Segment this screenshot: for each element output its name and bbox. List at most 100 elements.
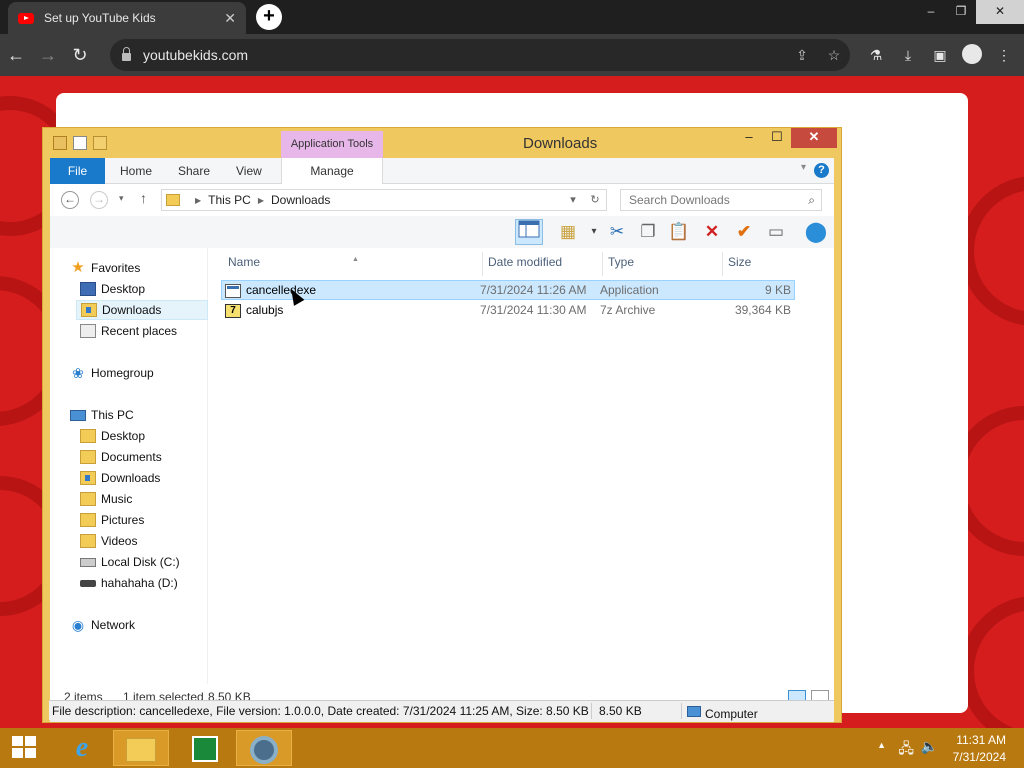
- nav-pc-downloads[interactable]: Downloads: [80, 468, 160, 488]
- nav-fav-recent-places[interactable]: Recent places: [80, 321, 177, 341]
- share-icon[interactable]: ⇪: [786, 47, 818, 64]
- labs-flask-icon[interactable]: ⚗: [860, 47, 892, 64]
- nav-pc-pictures[interactable]: Pictures: [80, 510, 144, 530]
- file-description: File description: cancelledexe, File ver…: [52, 704, 589, 718]
- windows-logo-icon: [12, 736, 36, 758]
- back-icon[interactable]: ←: [61, 191, 79, 209]
- tab-share[interactable]: Share: [178, 158, 210, 184]
- nav-pc-music[interactable]: Music: [80, 489, 132, 509]
- breadcrumb-this-pc[interactable]: This PC: [208, 193, 251, 207]
- tab-close-button[interactable]: ✕: [224, 10, 236, 27]
- search-input[interactable]: Search Downloads ⌕: [620, 189, 822, 211]
- sort-ascending-icon: ▲: [352, 256, 359, 263]
- chrome-taskbar-button[interactable]: [236, 730, 292, 766]
- minimize-button[interactable]: –: [916, 0, 946, 24]
- videos-icon: [80, 534, 96, 548]
- forward-icon[interactable]: →: [90, 191, 108, 209]
- file-date: 7/31/2024 11:26 AM: [480, 283, 587, 297]
- downloads-icon: [80, 471, 96, 485]
- rename-icon[interactable]: ▭: [762, 219, 790, 245]
- copy-icon[interactable]: ❐: [634, 219, 662, 245]
- breadcrumb-downloads[interactable]: Downloads: [271, 193, 330, 207]
- cut-icon[interactable]: ✂: [603, 219, 631, 245]
- explorer-close-button[interactable]: ✕: [791, 128, 837, 148]
- forward-arrow-icon[interactable]: →: [32, 45, 64, 66]
- column-size[interactable]: Size: [723, 252, 796, 276]
- column-name[interactable]: Name ▲: [223, 252, 483, 276]
- tab-view[interactable]: View: [236, 158, 262, 184]
- properties-icon[interactable]: [73, 136, 87, 150]
- nav-pc-videos[interactable]: Videos: [80, 531, 137, 551]
- tab-file[interactable]: File: [50, 158, 105, 184]
- column-type[interactable]: Type: [603, 252, 723, 276]
- tab-home[interactable]: Home: [120, 158, 152, 184]
- explorer-minimize-button[interactable]: –: [735, 128, 763, 148]
- expand-ribbon-icon[interactable]: ▾: [801, 162, 806, 173]
- back-arrow-icon[interactable]: ←: [0, 45, 32, 66]
- folder-options-icon[interactable]: ▦: [554, 219, 582, 245]
- bookmark-star-icon[interactable]: ☆: [818, 47, 850, 64]
- explorer-maximize-button[interactable]: ☐: [763, 128, 791, 148]
- file-explorer-taskbar-button[interactable]: [113, 730, 169, 766]
- clock-time[interactable]: 11:31 AM: [956, 733, 1006, 747]
- file-size: 9 KB: [764, 283, 791, 297]
- close-button[interactable]: ✕: [976, 0, 1024, 24]
- tab-manage[interactable]: Manage: [281, 158, 383, 184]
- up-arrow-icon[interactable]: ↑: [140, 190, 147, 206]
- file-row[interactable]: cancelledexe 7/31/2024 11:26 AM Applicat…: [221, 280, 795, 300]
- file-row[interactable]: 7 calubjs 7/31/2024 11:30 AM 7z Archive 3…: [221, 301, 795, 321]
- download-icon[interactable]: ⤓: [892, 47, 924, 64]
- ribbon-tabs: File Home Share View Manage ▾ ?: [50, 158, 834, 184]
- start-button[interactable]: [0, 730, 48, 766]
- application-tools-tab-group: Application Tools: [281, 131, 383, 158]
- profile-icon[interactable]: [956, 43, 988, 67]
- menu-kebab-icon[interactable]: ⋮: [988, 47, 1020, 64]
- file-explorer-icon: [126, 737, 156, 762]
- nav-network[interactable]: ◉ Network: [70, 615, 135, 635]
- folder-icon[interactable]: [53, 136, 67, 150]
- internet-explorer-button[interactable]: e: [54, 730, 110, 766]
- nav-pc-desktop[interactable]: Desktop: [80, 426, 145, 446]
- nav-homegroup[interactable]: ❀ Homegroup: [70, 363, 154, 383]
- nav-fav-desktop[interactable]: Desktop: [80, 279, 145, 299]
- desktop-folder-icon: [80, 429, 96, 443]
- network-status-icon[interactable]: 🖧: [898, 738, 914, 762]
- url-text: youtubekids.com: [143, 47, 249, 63]
- restore-button[interactable]: ❐: [946, 0, 976, 24]
- column-date-modified[interactable]: Date modified: [483, 252, 603, 276]
- help-icon[interactable]: ?: [814, 163, 829, 178]
- address-path[interactable]: ▶ This PC ▶ Downloads ▾ ↻: [161, 189, 607, 211]
- music-icon: [80, 492, 96, 506]
- nav-local-disk-c[interactable]: Local Disk (C:): [80, 552, 180, 572]
- recent-locations-icon[interactable]: ▾: [119, 193, 124, 204]
- chrome-icon: [250, 735, 278, 764]
- nav-pc-documents[interactable]: Documents: [80, 447, 162, 467]
- address-dropdown-icon[interactable]: ▾: [562, 191, 584, 209]
- properties-icon[interactable]: ⬤: [802, 219, 830, 245]
- refresh-icon[interactable]: ↻: [584, 191, 606, 209]
- delete-icon[interactable]: ✕: [698, 219, 726, 245]
- checkmark-icon[interactable]: ✔: [730, 219, 758, 245]
- nav-drive-d[interactable]: hahahaha (D:): [80, 573, 178, 593]
- explorer-title-bar[interactable]: Application Tools Downloads – ☐ ✕: [43, 128, 841, 158]
- browser-tab[interactable]: Set up YouTube Kids ✕: [8, 2, 246, 34]
- explorer-body: ★ Favorites Desktop Downloads Recent plac…: [50, 248, 834, 684]
- side-panel-icon[interactable]: ▣: [924, 47, 956, 64]
- show-hidden-icons-icon[interactable]: ▲: [877, 740, 886, 750]
- nav-fav-downloads[interactable]: Downloads: [76, 300, 208, 320]
- clock-date[interactable]: 7/31/2024: [953, 750, 1006, 764]
- computer-icon: [687, 706, 701, 718]
- store-button[interactable]: [177, 730, 233, 766]
- new-tab-button[interactable]: +: [256, 4, 282, 30]
- address-bar[interactable]: youtubekids.com ⇪ ☆: [110, 39, 850, 71]
- new-folder-icon[interactable]: [93, 136, 107, 150]
- exe-icon: [225, 283, 241, 298]
- nav-favorites[interactable]: ★ Favorites: [70, 258, 140, 278]
- nav-this-pc[interactable]: This PC: [70, 405, 134, 425]
- paste-icon[interactable]: 📋: [665, 219, 693, 245]
- reload-icon[interactable]: ↻: [64, 45, 96, 66]
- volume-muted-icon[interactable]: 🔈: [921, 738, 938, 755]
- breadcrumb-separator-icon: ▶: [257, 195, 264, 205]
- preview-pane-icon[interactable]: [515, 219, 543, 245]
- network-icon: ◉: [71, 617, 85, 633]
